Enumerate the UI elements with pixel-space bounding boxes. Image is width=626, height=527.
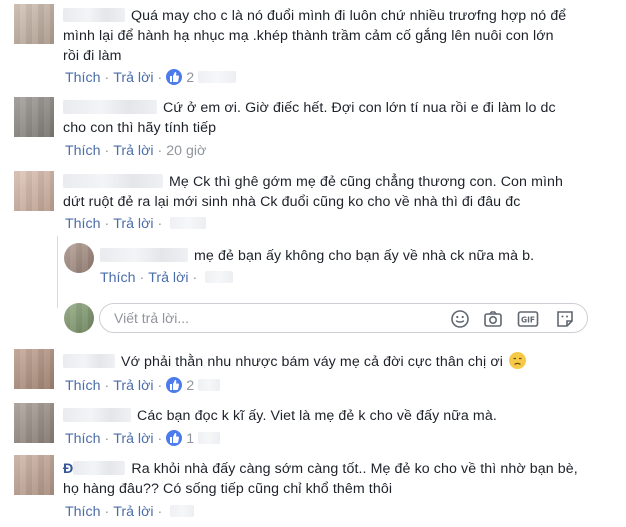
comment-actions: Thích · Trả lời · bbox=[65, 503, 195, 521]
avatar[interactable] bbox=[14, 403, 54, 443]
reply-button[interactable]: Trả lời bbox=[113, 143, 153, 159]
like-button[interactable]: Thích bbox=[65, 378, 100, 394]
svg-text:GIF: GIF bbox=[521, 316, 535, 325]
like-icon[interactable] bbox=[166, 377, 183, 393]
comment-text: Vớ phải thằn nhu nhược bám váy mẹ cả đời… bbox=[63, 352, 623, 372]
comment-text: Các bạn đọc k kĩ ấy. Viet là mẹ đẻ k cho… bbox=[63, 406, 623, 426]
reply-button[interactable]: Trả lời bbox=[148, 270, 188, 286]
gif-icon[interactable]: GIF bbox=[517, 309, 539, 329]
reply-thread-line bbox=[57, 236, 58, 308]
like-count[interactable]: 1 bbox=[186, 431, 194, 447]
commenter-name[interactable] bbox=[63, 100, 157, 114]
comment-actions: Thích · Trả lời · 2 bbox=[65, 377, 221, 395]
camera-icon[interactable] bbox=[483, 309, 503, 329]
reply-input-box[interactable]: GIF bbox=[99, 303, 588, 333]
reply-button[interactable]: Trả lời bbox=[113, 70, 153, 86]
like-count[interactable]: 2 bbox=[186, 70, 194, 86]
reply-button[interactable]: Trả lời bbox=[113, 504, 153, 520]
avatar[interactable] bbox=[14, 97, 54, 137]
commenter-initial[interactable]: Đ bbox=[63, 461, 73, 477]
commenter-name[interactable] bbox=[63, 408, 131, 422]
reply-input[interactable] bbox=[114, 310, 434, 326]
comment-actions: Thích · Trả lời · 2 bbox=[65, 69, 237, 87]
like-button[interactable]: Thích bbox=[65, 143, 100, 159]
like-button[interactable]: Thích bbox=[65, 216, 100, 232]
comment-actions: Thích · Trả lời · 1 bbox=[65, 430, 221, 448]
comment-text: Quá may cho c là nó đuổi mình đi luôn ch… bbox=[63, 8, 567, 64]
avatar[interactable] bbox=[64, 243, 94, 273]
comment-text: mẹ đẻ bạn ấy không cho bạn ấy về nhà ck … bbox=[100, 246, 620, 266]
time-stamp bbox=[170, 217, 207, 229]
like-button[interactable]: Thích bbox=[65, 70, 100, 86]
comment-text: Đ Ra khỏi nhà đấy càng sớm càng tốt.. Mẹ … bbox=[63, 461, 578, 497]
commenter-name[interactable] bbox=[100, 248, 188, 262]
comment-actions: Thích · Trả lời · bbox=[65, 215, 207, 233]
reply-button[interactable]: Trả lời bbox=[113, 378, 153, 394]
commenter-name[interactable] bbox=[63, 8, 125, 22]
commenter-name[interactable] bbox=[73, 461, 126, 475]
reply-button[interactable]: Trả lời bbox=[113, 431, 153, 447]
like-button[interactable]: Thích bbox=[100, 270, 135, 286]
time-stamp bbox=[198, 71, 237, 83]
comment-actions: Thích · Trả lời · bbox=[100, 269, 234, 287]
avatar[interactable] bbox=[14, 455, 54, 495]
time-stamp bbox=[198, 432, 221, 444]
like-button[interactable]: Thích bbox=[65, 504, 100, 520]
like-count[interactable]: 2 bbox=[186, 378, 194, 394]
smile-icon[interactable] bbox=[450, 309, 470, 329]
avatar[interactable] bbox=[14, 4, 54, 44]
comment-text: Mẹ Ck thì ghê gớm mẹ đẻ cũng chẳng thươn… bbox=[63, 174, 564, 210]
like-button[interactable]: Thích bbox=[65, 431, 100, 447]
reply-button[interactable]: Trả lời bbox=[113, 216, 153, 232]
current-user-avatar bbox=[64, 303, 94, 333]
sad-emoji-icon bbox=[509, 352, 527, 369]
time-stamp[interactable]: 20 giờ bbox=[166, 143, 206, 159]
commenter-name[interactable] bbox=[63, 354, 115, 368]
avatar[interactable] bbox=[14, 349, 54, 389]
like-icon[interactable] bbox=[166, 69, 183, 85]
time-stamp bbox=[205, 271, 234, 283]
comment-actions: Thích · Trả lời · 20 giờ bbox=[65, 143, 207, 159]
time-stamp bbox=[170, 505, 195, 517]
like-icon[interactable] bbox=[166, 430, 183, 446]
avatar[interactable] bbox=[14, 171, 54, 211]
comment-text: Cứ ở em ơi. Giờ điếc hết. Đợi con lớn tí… bbox=[63, 100, 556, 136]
sticker-icon[interactable] bbox=[555, 309, 575, 329]
time-stamp bbox=[198, 379, 221, 391]
commenter-name[interactable] bbox=[63, 174, 163, 188]
